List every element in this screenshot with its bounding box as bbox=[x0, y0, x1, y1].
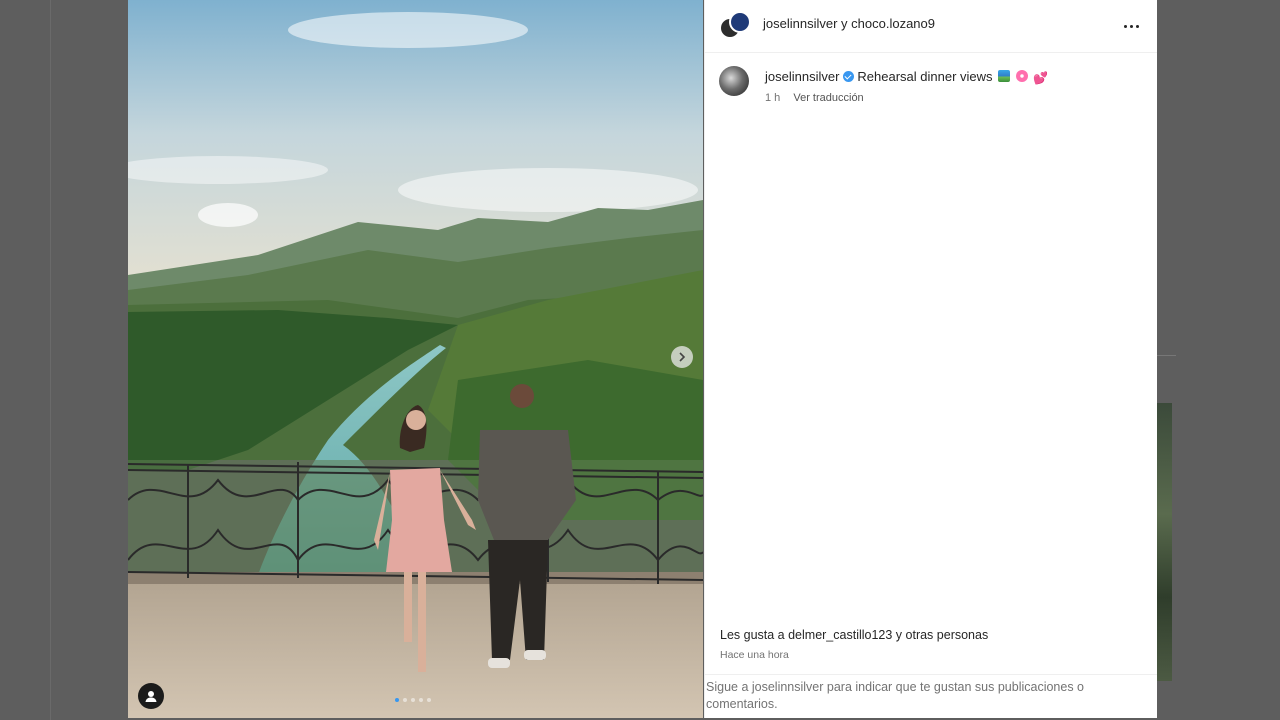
collab-avatars[interactable] bbox=[719, 11, 751, 41]
more-options-button[interactable] bbox=[1119, 16, 1143, 36]
carousel-dot bbox=[395, 698, 399, 702]
background-post-thumbnail bbox=[1156, 403, 1172, 681]
landscape-emoji-icon bbox=[998, 70, 1011, 82]
caption-body: Rehearsal dinner views bbox=[857, 69, 993, 84]
post-header: joselinnsilver y choco.lozano9 bbox=[705, 0, 1157, 53]
user-icon bbox=[145, 691, 157, 702]
flower-emoji-icon bbox=[1015, 70, 1028, 82]
caption-username[interactable]: joselinnsilver bbox=[765, 69, 839, 84]
carousel-indicator bbox=[395, 698, 431, 702]
caption-age: 1 h bbox=[765, 92, 781, 104]
carousel-next-button[interactable] bbox=[671, 346, 693, 368]
verified-badge-icon bbox=[843, 71, 855, 82]
carousel-dot bbox=[427, 698, 431, 702]
follow-prompt-text: Sigue a joselinnsilver para indicar que … bbox=[706, 680, 1085, 711]
post-authors[interactable]: joselinnsilver y choco.lozano9 bbox=[763, 16, 935, 31]
likes-summary[interactable]: Les gusta a delmer_castillo123 y otras p… bbox=[720, 628, 988, 642]
caption-meta: 1 h Ver traducción bbox=[765, 92, 864, 104]
caption-text: joselinnsilver Rehearsal dinner views 💕 bbox=[765, 69, 1048, 84]
backdrop-divider-right bbox=[1156, 355, 1176, 356]
landscape-photo bbox=[128, 0, 703, 718]
avatar bbox=[729, 11, 751, 33]
carousel-dot bbox=[419, 698, 423, 702]
see-translation-link[interactable]: Ver traducción bbox=[793, 92, 863, 104]
carousel-dot bbox=[411, 698, 415, 702]
post-photo bbox=[128, 0, 703, 718]
tagged-users-button[interactable] bbox=[138, 683, 164, 709]
follow-prompt: Sigue a joselinnsilver para indicar que … bbox=[705, 674, 1157, 718]
post-details-panel: joselinnsilver y choco.lozano9 joselinns… bbox=[704, 0, 1157, 718]
hearts-emoji-icon: 💕 bbox=[1033, 71, 1049, 85]
backdrop-divider bbox=[50, 0, 51, 720]
avatar[interactable] bbox=[719, 66, 749, 96]
carousel-dot bbox=[403, 698, 407, 702]
post-timestamp: Hace una hora bbox=[720, 649, 789, 661]
more-horizontal-icon bbox=[1123, 24, 1127, 28]
chevron-right-icon bbox=[679, 352, 686, 362]
